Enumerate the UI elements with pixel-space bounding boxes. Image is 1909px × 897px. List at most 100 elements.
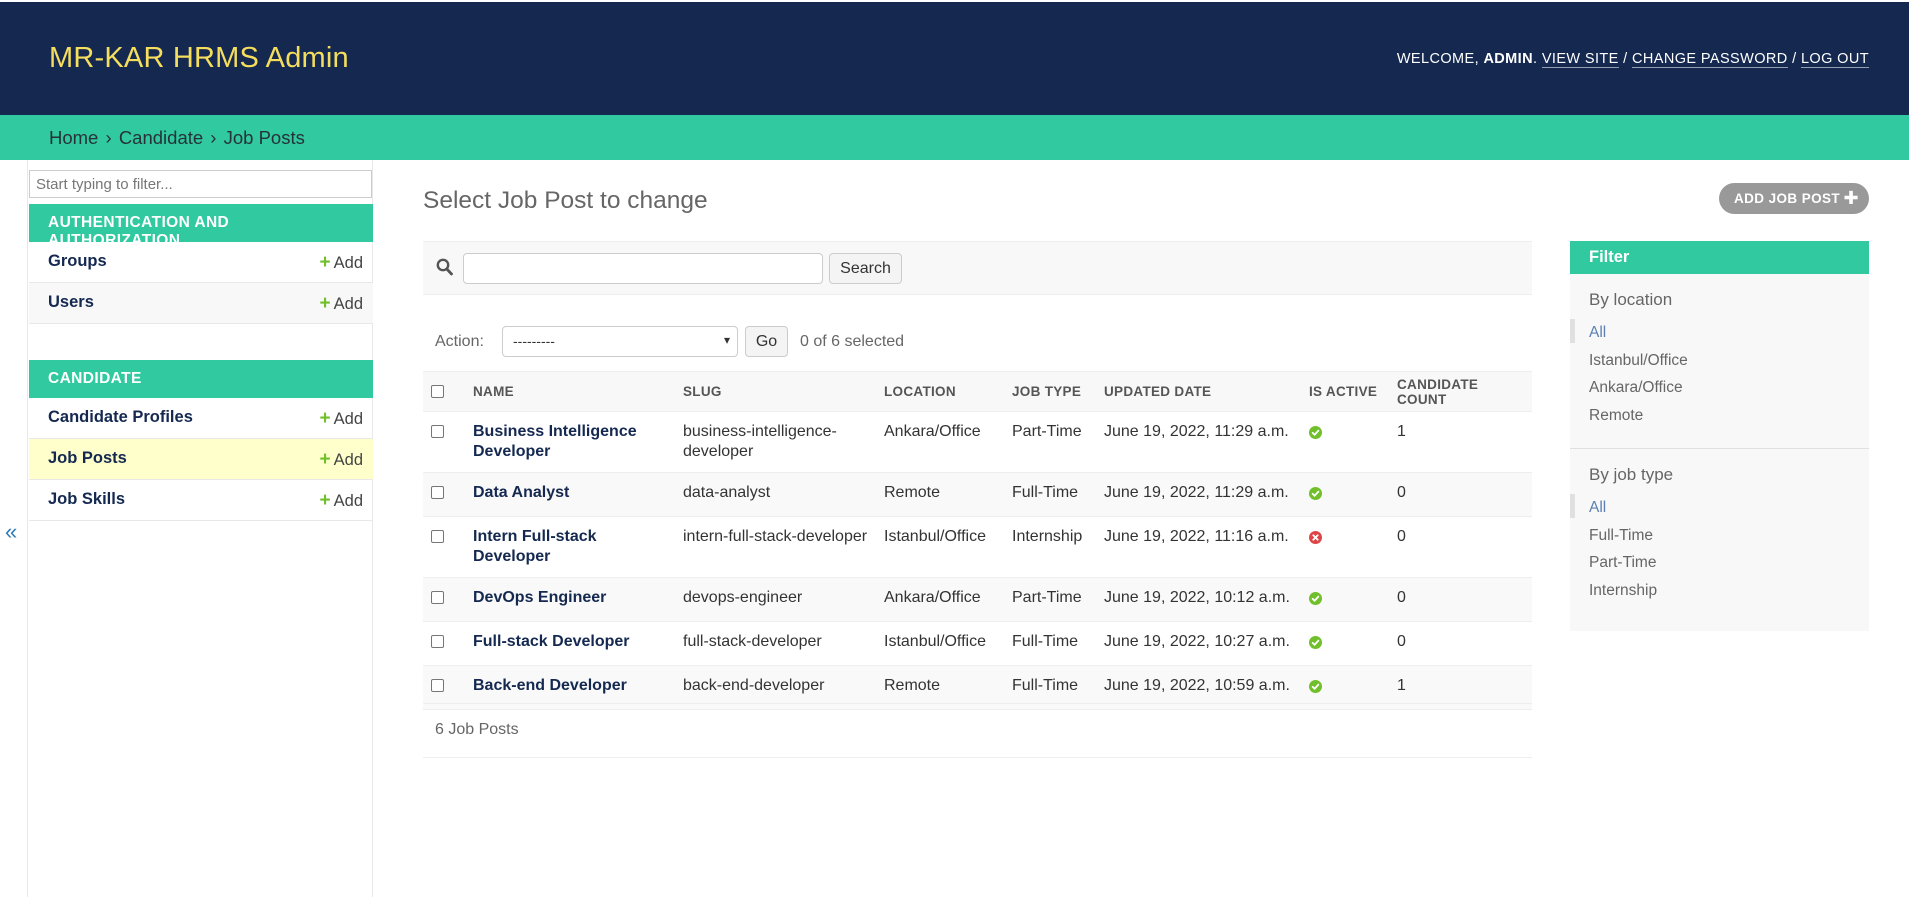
cell-name: Full-stack Developer	[465, 621, 675, 666]
row-checkbox[interactable]	[431, 530, 444, 543]
welcome-text: Welcome,	[1396, 51, 1479, 67]
cell-updated-date: June 19, 2022, 11:29 a.m.	[1096, 411, 1301, 473]
cell-candidate-count: 0	[1389, 472, 1532, 517]
job-post-link[interactable]: DevOps Engineer	[473, 589, 606, 606]
select-all-checkbox[interactable]	[431, 385, 444, 398]
job-post-link[interactable]: Back-end Developer	[473, 677, 627, 694]
cell-location: Ankara/Office	[876, 577, 1004, 622]
add-candidate-profiles-link[interactable]: + Add	[320, 408, 363, 430]
add-label: Add	[333, 451, 363, 469]
sidebar-item-candidate-profiles: Candidate Profiles + Add	[29, 398, 373, 439]
view-site-link[interactable]: View site	[1541, 51, 1619, 68]
filter-option[interactable]: All	[1570, 319, 1850, 352]
add-label: Add	[333, 254, 363, 272]
cell-location: Remote	[876, 472, 1004, 517]
site-branding[interactable]: MR-KAR HRMS Admin	[49, 42, 349, 75]
username: admin	[1483, 51, 1533, 67]
filter-option[interactable]: Ankara/Office	[1589, 379, 1850, 407]
filter-option[interactable]: Istanbul/Office	[1589, 352, 1850, 380]
table-row: Business Intelligence Developer business-…	[423, 411, 1532, 473]
cell-candidate-count: 0	[1389, 621, 1532, 666]
cell-candidate-count: 0	[1389, 516, 1532, 578]
filter-option[interactable]: Internship	[1589, 582, 1850, 610]
breadcrumb-current: Job Posts	[223, 127, 305, 148]
app-caption-candidate[interactable]: Candidate	[29, 360, 373, 398]
column-header-name[interactable]: Name	[465, 371, 675, 412]
sidebar-item-label[interactable]: Groups	[48, 252, 107, 270]
job-post-link[interactable]: Data Analyst	[473, 484, 569, 501]
sidebar-item-users: Users + Add	[29, 283, 373, 324]
add-job-post-label: Add Job Post	[1734, 191, 1841, 206]
row-select-cell	[423, 472, 465, 517]
go-button[interactable]: Go	[745, 326, 788, 357]
row-select-cell	[423, 411, 465, 473]
column-header-job-type[interactable]: Job type	[1004, 371, 1096, 412]
cell-candidate-count: 1	[1389, 411, 1532, 473]
add-job-post-button[interactable]: Add Job Post ✚	[1719, 183, 1869, 214]
column-header-candidate-count[interactable]: Candidate count	[1389, 371, 1532, 412]
row-checkbox[interactable]	[431, 635, 444, 648]
table-header-row: Name Slug Location Job type Updated date…	[423, 371, 1532, 412]
sidebar-item-label[interactable]: Job Skills	[48, 490, 125, 508]
log-out-link[interactable]: Log out	[1800, 51, 1869, 68]
filter-option[interactable]: Full-Time	[1589, 527, 1850, 555]
add-users-link[interactable]: + Add	[320, 293, 363, 315]
row-checkbox[interactable]	[431, 591, 444, 604]
x-circle-icon	[1309, 531, 1322, 544]
sidebar-item-groups: Groups + Add	[29, 242, 373, 283]
search-button[interactable]: Search	[829, 253, 902, 284]
column-header-location[interactable]: Location	[876, 371, 1004, 412]
search-input[interactable]	[463, 253, 823, 284]
sidebar-item-label[interactable]: Candidate Profiles	[48, 408, 193, 426]
filter-option[interactable]: Part-Time	[1589, 554, 1850, 582]
filter-option[interactable]: Remote	[1589, 407, 1850, 435]
table-row: Data Analyst data-analyst Remote Full-Time J…	[423, 472, 1532, 517]
toggle-sidebar-button[interactable]: «	[5, 519, 17, 545]
plus-icon: +	[319, 490, 331, 511]
row-checkbox[interactable]	[431, 679, 444, 692]
cell-slug: intern-full-stack-developer	[675, 516, 876, 578]
user-tools: Welcome, admin. View site / Change passw…	[1396, 51, 1869, 68]
add-job-skills-link[interactable]: + Add	[320, 490, 363, 512]
search-toolbar: Search	[423, 241, 1532, 295]
job-post-link[interactable]: Intern Full-stack Developer	[473, 528, 597, 565]
column-header-is-active[interactable]: Is active	[1301, 371, 1389, 412]
breadcrumb: Home › Candidate › Job Posts	[0, 115, 1909, 160]
filter-by-job-type: By job type All Full-Time Part-Time Inte…	[1570, 449, 1869, 619]
row-checkbox[interactable]	[431, 425, 444, 438]
add-job-posts-link[interactable]: + Add	[320, 449, 363, 471]
cell-is-active	[1301, 621, 1389, 666]
sidebar-filter-input[interactable]	[29, 170, 372, 198]
filter-heading: By location	[1589, 290, 1673, 309]
filter-heading: By job type	[1589, 465, 1674, 484]
column-header-slug[interactable]: Slug	[675, 371, 876, 412]
cell-name: Data Analyst	[465, 472, 675, 517]
check-circle-icon	[1309, 426, 1322, 439]
row-select-cell	[423, 577, 465, 622]
cell-name: Intern Full-stack Developer	[465, 516, 675, 578]
cell-is-active	[1301, 411, 1389, 473]
app-caption-auth[interactable]: Authentication and Authorization	[29, 204, 373, 249]
row-checkbox[interactable]	[431, 486, 444, 499]
changelist-filter: Filter By location All Istanbul/Office A…	[1570, 241, 1869, 631]
job-post-link[interactable]: Full-stack Developer	[473, 633, 630, 650]
cell-name: DevOps Engineer	[465, 577, 675, 622]
breadcrumb-candidate[interactable]: Candidate	[119, 127, 203, 148]
cell-location: Istanbul/Office	[876, 516, 1004, 578]
filter-option[interactable]: All	[1570, 494, 1850, 527]
action-select[interactable]: --------- ▾	[502, 326, 738, 357]
check-circle-icon	[1309, 636, 1322, 649]
filter-title: Filter	[1570, 241, 1869, 274]
change-password-link[interactable]: Change password	[1632, 51, 1788, 68]
column-header-updated-date[interactable]: Updated date	[1096, 371, 1301, 412]
sidebar-item-label[interactable]: Job Posts	[48, 449, 127, 467]
sidebar-item-label[interactable]: Users	[48, 293, 94, 311]
header: MR-KAR HRMS Admin Welcome, admin. View s…	[0, 0, 1909, 115]
job-post-link[interactable]: Business Intelligence Developer	[473, 423, 637, 460]
add-label: Add	[333, 410, 363, 428]
cell-updated-date: June 19, 2022, 10:12 a.m.	[1096, 577, 1301, 622]
table-row: DevOps Engineer devops-engineer Ankara/Off…	[423, 577, 1532, 622]
add-groups-link[interactable]: + Add	[320, 252, 363, 274]
sidebar-item-job-skills: Job Skills + Add	[29, 480, 373, 521]
breadcrumb-home[interactable]: Home	[49, 127, 98, 148]
